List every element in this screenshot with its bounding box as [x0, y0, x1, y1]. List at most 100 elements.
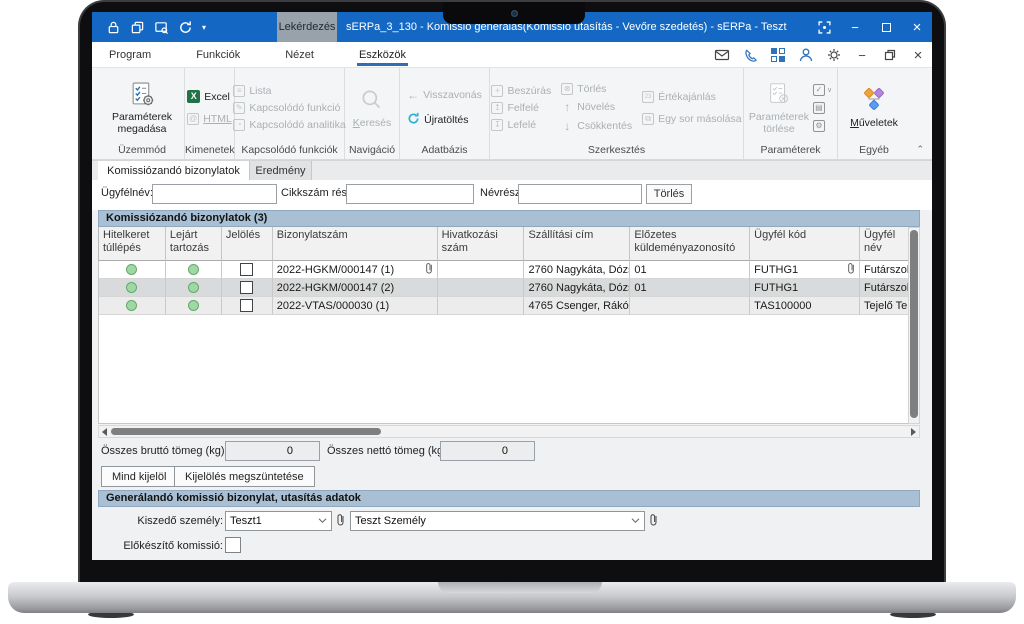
menu-eszkozok[interactable]: Eszközök	[357, 44, 408, 66]
parameterek-megadasa-button[interactable]: Paraméterek megadása	[100, 78, 184, 137]
menu-nezet[interactable]: Nézet	[283, 44, 316, 66]
scroll-left-arrow[interactable]	[102, 428, 107, 436]
analytics-icon: ◔	[233, 119, 245, 131]
restore-icon[interactable]	[882, 47, 898, 63]
cikkszam-input[interactable]	[346, 184, 474, 204]
button-label: Beszúrás	[507, 85, 551, 97]
camera-notch	[443, 2, 585, 24]
kijeloles-megszuntetese-button[interactable]: Kijelölés megszüntetése	[174, 466, 315, 487]
status-green-dot	[126, 300, 137, 311]
function-icon: ✎	[233, 102, 245, 114]
paperclip-icon[interactable]	[336, 513, 345, 529]
button-label: Lista	[249, 85, 271, 97]
col-lejart[interactable]: Lejárt tartozás	[166, 227, 222, 261]
col-hitelkeret[interactable]: Hitelkeret túllépés	[99, 227, 166, 261]
muveletek-button[interactable]: Műveletek	[847, 84, 901, 131]
page-tab-strip: Komissiózandó bizonylatok Eredmény	[92, 160, 932, 180]
lock-icon[interactable]	[106, 20, 121, 35]
table-row[interactable]: 2022-VTAS/000030 (1) 4765 Csenger, Rákóc…	[98, 297, 908, 315]
tab-komissiozando-bizonylatok[interactable]: Komissiózandó bizonylatok	[98, 161, 250, 181]
status-green-dot	[188, 282, 199, 293]
ribbon-group-adatbazis: ← Visszavonás Újratöltés Adatbázis	[400, 68, 490, 159]
undo-arrow-icon: ←	[407, 88, 419, 102]
button-label: Kapcsolódó analitika	[249, 119, 345, 131]
kiszedo-code-combo[interactable]: Teszt1	[225, 511, 332, 531]
ujratoltes-button[interactable]: Újratöltés	[407, 112, 482, 128]
torles-filter-button[interactable]: Törlés	[646, 184, 692, 204]
close-icon[interactable]: ×	[910, 47, 926, 63]
col-ugyfel-nev[interactable]: Ügyfél név	[860, 227, 908, 261]
group-label: Navigáció	[345, 143, 399, 159]
refresh-icon[interactable]	[178, 20, 193, 35]
window-search-icon[interactable]	[154, 20, 169, 35]
ugyfelnev-input[interactable]	[152, 184, 277, 204]
chevron-down-icon[interactable]	[631, 515, 640, 527]
combo-value: Teszt Személy	[355, 515, 426, 527]
excel-icon: X	[187, 90, 200, 103]
scrollbar-thumb[interactable]	[111, 428, 381, 435]
close-icon[interactable]: ×	[910, 20, 924, 34]
document-tab[interactable]: Lekérdezés	[277, 12, 337, 42]
focus-icon[interactable]	[817, 20, 831, 34]
maximize-icon[interactable]	[882, 23, 891, 32]
nevresz-input[interactable]	[518, 184, 642, 204]
kapcsolodo-funkcio-button: ✎ Kapcsolódó funkció	[233, 102, 345, 114]
mind-kijelol-button[interactable]: Mind kijelöl	[101, 466, 177, 487]
minimize-icon[interactable]: −	[848, 20, 862, 34]
col-hivatkozasi[interactable]: Hivatkozási szám	[438, 227, 525, 261]
filter-bar: Ügyfélnév: Cikkszám rész: Névrész: Törlé…	[92, 180, 932, 210]
params-save-icon: ▤	[813, 102, 825, 114]
excel-button[interactable]: XExcel	[187, 90, 232, 103]
row-checkbox[interactable]	[240, 299, 253, 312]
insert-row-icon: +	[491, 85, 503, 97]
button-label: Kapcsolódó funkció	[249, 102, 340, 114]
app-window: ▾ Lekérdezés sERPa_3_130 - Komissió gene…	[92, 12, 932, 560]
button-label: Visszavonás	[423, 89, 482, 101]
phone-icon[interactable]	[742, 47, 758, 63]
row-checkbox[interactable]	[240, 263, 253, 276]
cell-ugyfel-nev: Tejelő Tel	[864, 300, 908, 312]
elokeszito-checkbox[interactable]	[225, 537, 241, 553]
layers-icon[interactable]	[130, 20, 145, 35]
params-mini-icon: ✓	[813, 84, 825, 96]
mail-icon[interactable]	[714, 47, 730, 63]
paperclip-icon[interactable]	[649, 513, 658, 529]
table-row[interactable]: 2022-HGKM/000147 (2) 2760 Nagykáta, Dózs…	[98, 279, 908, 297]
col-jeloles[interactable]: Jelölés	[222, 227, 273, 261]
menu-funkciok[interactable]: Funkciók	[194, 44, 242, 66]
gear-icon[interactable]	[826, 47, 842, 63]
scroll-right-arrow[interactable]	[911, 428, 916, 436]
col-elozetes[interactable]: Előzetes küldeményazonosító	[630, 227, 750, 261]
user-icon[interactable]	[798, 47, 814, 63]
scrollbar-thumb[interactable]	[910, 230, 918, 418]
group-label: Adatbázis	[400, 143, 489, 159]
vertical-scrollbar[interactable]	[908, 227, 920, 424]
params-gear-icon: ⚙	[813, 120, 825, 132]
ertekajanlas-button: 23Értékajánlás	[642, 91, 741, 103]
cikkszam-label: Cikkszám rész:	[281, 187, 356, 199]
button-label: Felfelé	[507, 102, 539, 114]
row-checkbox[interactable]	[240, 281, 253, 294]
col-szallitasi[interactable]: Szállítási cím	[524, 227, 630, 261]
params-delete-icon	[767, 80, 791, 108]
apps-grid-icon[interactable]	[770, 47, 786, 63]
tab-eredmeny[interactable]: Eredmény	[250, 161, 312, 181]
delete-row-icon: ⊗	[561, 83, 573, 95]
collapse-ribbon-icon[interactable]: ⌃	[916, 144, 924, 155]
table-row[interactable]: 2022-HGKM/000147 (1) 2760 Nagykáta, Dózs…	[98, 261, 908, 279]
cell-ugyfel-kod: FUTHG1	[754, 264, 798, 276]
kiszedo-name-combo[interactable]: Teszt Személy	[350, 511, 645, 531]
calendar-icon: 23	[642, 91, 654, 103]
button-label: Törlés	[577, 83, 606, 95]
group-label: Kapcsolódó funkciók	[235, 143, 344, 159]
status-green-dot	[126, 282, 137, 293]
col-ugyfel-kod[interactable]: Ügyfél kód	[750, 227, 860, 261]
col-bizonylatszam[interactable]: Bizonylatszám	[273, 227, 438, 261]
search-icon	[359, 86, 385, 114]
caret-down-icon[interactable]: ▾	[202, 23, 206, 32]
horizontal-scrollbar[interactable]	[98, 425, 920, 438]
minimize-icon[interactable]: −	[854, 47, 870, 63]
group-label: Szerkesztés	[490, 143, 743, 159]
chevron-down-icon[interactable]	[318, 515, 327, 527]
menu-program[interactable]: Program	[107, 44, 153, 66]
